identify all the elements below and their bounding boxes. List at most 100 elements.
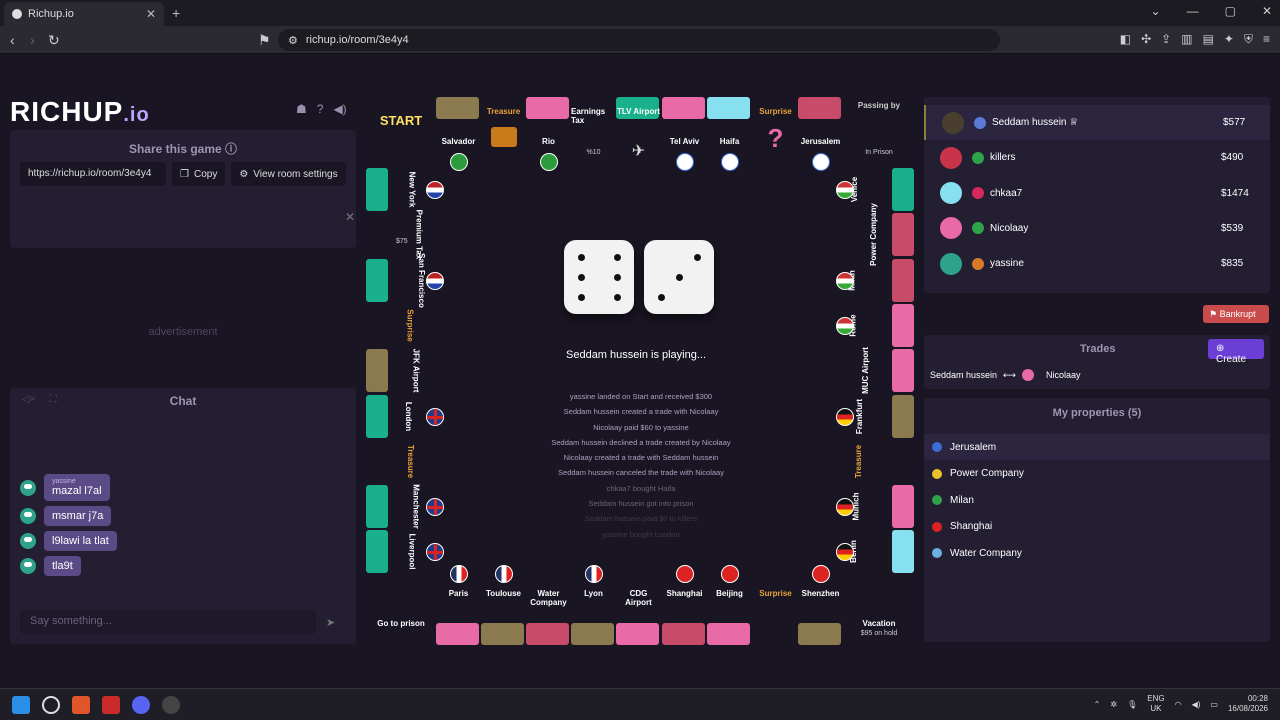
property-item[interactable]: Water Company [924, 540, 1270, 566]
board-cell-right[interactable]: Munich [836, 484, 914, 529]
player-row[interactable]: yassine $835 [924, 246, 1270, 281]
maximize-icon[interactable]: ▢ [1225, 4, 1236, 18]
chevron-down-icon[interactable]: ⌄ [1151, 4, 1161, 18]
board-cell-right[interactable]: Rome [836, 303, 914, 348]
brave-browser-icon[interactable] [72, 696, 90, 714]
close-ad-icon[interactable]: ✕ [345, 210, 355, 224]
share-icon[interactable]: ⇪ [1161, 32, 1171, 47]
network-icon[interactable]: ✲ [1110, 700, 1117, 709]
close-window-icon[interactable]: ✕ [1262, 4, 1272, 18]
board-cell-top[interactable]: Haifa [707, 97, 752, 171]
send-icon[interactable]: ➤ [326, 616, 335, 629]
volume-icon[interactable]: ◀) [333, 102, 346, 116]
board-cell-bottom[interactable]: Shanghai [662, 565, 707, 645]
copy-button[interactable]: ❐ Copy [172, 162, 226, 186]
board-cell-left[interactable]: Liverpool [366, 529, 444, 574]
board-cell-bottom[interactable]: Surprise [753, 575, 798, 645]
board-cell-top[interactable]: Treasure [481, 97, 526, 167]
board-cell-left[interactable]: San Francisco [366, 253, 444, 307]
board-cell-left[interactable]: Treasure [366, 439, 436, 484]
trade-item[interactable]: Seddam hussein ⟷ Nicolaay [930, 369, 1080, 381]
puzzle-icon[interactable]: ✣ [1141, 32, 1151, 47]
new-tab-icon[interactable]: + [172, 5, 180, 21]
board-cell-left[interactable]: Manchester [366, 484, 444, 529]
wifi-icon[interactable]: ◠ [1175, 700, 1182, 709]
forward-icon[interactable]: › [30, 32, 35, 48]
board-cell-bottom[interactable]: Beijing [707, 565, 752, 645]
mic-icon[interactable]: 🎙 [1127, 700, 1137, 709]
board-cell-bottom[interactable]: Shenzhen [798, 565, 843, 645]
ai-icon[interactable]: ✦ [1224, 32, 1234, 47]
board-cell-top[interactable]: Rio [526, 97, 571, 171]
board-cell-top[interactable]: Surprise? [753, 97, 798, 167]
property-item[interactable]: Milan [924, 487, 1270, 513]
search-icon[interactable] [42, 696, 60, 714]
board-cell-bottom[interactable]: Water Company [526, 575, 571, 645]
property-item[interactable]: Shanghai [924, 514, 1270, 540]
discord-icon[interactable]: ☗ [296, 102, 307, 116]
board-cell-bottom[interactable]: Toulouse [481, 565, 526, 645]
extension-icon[interactable]: ◧ [1120, 32, 1131, 47]
board-cell-bottom[interactable]: CDG Airport [616, 575, 661, 645]
menu-icon[interactable]: ≡ [1263, 32, 1270, 47]
board-cell-left[interactable]: Surprise [366, 303, 436, 348]
board-cell-right[interactable]: Milan [836, 258, 914, 303]
minimize-icon[interactable]: — [1187, 4, 1199, 18]
info-icon[interactable]: ⓘ [225, 142, 237, 156]
battery-icon[interactable]: ▭ [1210, 700, 1218, 709]
reload-icon[interactable]: ↻ [48, 32, 60, 49]
board-cell-top[interactable]: Jerusalem [798, 97, 843, 171]
player-row[interactable]: killers $490 [924, 140, 1270, 175]
url-field[interactable]: ⚙ richup.io/room/3e4y4 [278, 29, 1000, 51]
close-tab-icon[interactable]: ✕ [146, 7, 156, 21]
expand-chat-icon[interactable]: ⛶ [50, 394, 57, 405]
board-cell-left[interactable]: Premium Tax $75 [366, 210, 436, 260]
board-cell-bottom[interactable]: Paris [436, 565, 481, 645]
site-info-icon[interactable]: ⚙ [288, 34, 298, 47]
browser-tab[interactable]: Richup.io ✕ [4, 2, 164, 26]
create-trade-button[interactable]: ⊕ Create [1208, 339, 1264, 365]
bankrupt-button[interactable]: ⚑ Bankrupt [1203, 305, 1269, 323]
property-item[interactable]: Jerusalem [924, 434, 1270, 460]
board-cell-right[interactable]: MUC Airport [844, 347, 914, 394]
board-cell-top[interactable]: Salvador [436, 97, 481, 171]
volume-icon[interactable]: ◀) [1192, 700, 1201, 709]
lang-indicator[interactable]: ENG UK [1147, 694, 1164, 714]
help-icon[interactable]: ? [317, 102, 324, 116]
player-row[interactable]: Nicolaay $539 [924, 211, 1270, 246]
board-cell-left[interactable]: London [366, 394, 444, 439]
board-cell-top[interactable]: TLV Airport ✈ [616, 97, 661, 167]
board-cell-right[interactable]: Power Company [844, 203, 914, 266]
bookmark-icon[interactable]: ⚑ [258, 32, 271, 49]
sidebar-icon[interactable]: ▥ [1181, 32, 1192, 47]
board-cell-top[interactable]: START [366, 97, 436, 167]
chevron-up-icon[interactable]: ⌃ [1094, 700, 1101, 709]
player-row[interactable]: Seddam hussein ♕ $577 [924, 105, 1270, 140]
room-settings-button[interactable]: ⚙ View room settings [231, 162, 346, 186]
property-item[interactable]: Power Company [924, 461, 1270, 487]
wallet-icon[interactable]: ▤ [1203, 32, 1214, 47]
mute-chat-icon[interactable]: ◁× [22, 394, 36, 405]
board-cell-top[interactable]: Tel Aviv [662, 97, 707, 171]
board-cell-bottom[interactable]: Vacation $95 on hold [844, 575, 914, 645]
board-cell-bottom[interactable]: Lyon [571, 565, 616, 645]
board-cell-left[interactable]: New York [366, 167, 444, 212]
discord-icon[interactable] [132, 696, 150, 714]
board-cell-right[interactable]: Frankfurt [836, 394, 914, 439]
player-row[interactable]: chkaa7 $1474 [924, 176, 1270, 211]
board-cell-right[interactable]: Treasure [844, 439, 914, 484]
board-cell-top[interactable]: Passing by In Prison [844, 97, 914, 167]
app-icon[interactable] [162, 696, 180, 714]
board-cell-left[interactable]: JFK Airport [366, 348, 436, 393]
clock[interactable]: 00:28 16/08/2026 [1228, 694, 1268, 714]
chat-input[interactable]: Say something... [20, 610, 316, 634]
board-cell-top[interactable]: Earnings Tax %10 [571, 97, 616, 167]
vpn-icon[interactable]: ⛨ [1244, 32, 1253, 47]
board-cell-bottom[interactable]: Go to prison [366, 575, 436, 645]
app-icon[interactable] [102, 696, 120, 714]
share-url-field[interactable]: https://richup.io/room/3e4y4 [20, 162, 166, 186]
back-icon[interactable]: ‹ [10, 32, 15, 48]
board-cell-right[interactable]: Venice [836, 167, 914, 212]
windows-start-icon[interactable] [12, 696, 30, 714]
board-cell-right[interactable]: Berlin [836, 529, 914, 574]
